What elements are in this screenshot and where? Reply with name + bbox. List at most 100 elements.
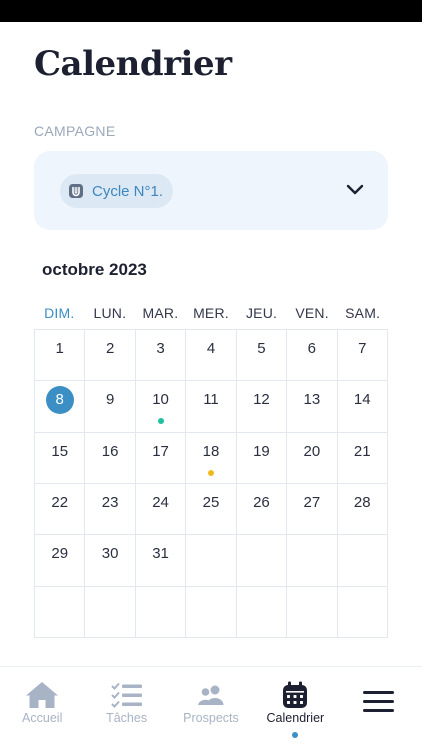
calendar-day-cell[interactable]: 25 xyxy=(186,483,237,536)
hamburger-menu-icon[interactable] xyxy=(362,691,394,715)
calendar-day-cell[interactable]: 3 xyxy=(135,330,187,382)
nav-label: Accueil xyxy=(22,711,63,725)
calendar-day-cell[interactable]: 16 xyxy=(85,432,136,484)
calendar-icon xyxy=(282,681,308,709)
calendar-day-cell[interactable]: 24 xyxy=(135,483,187,536)
calendar-empty-cell xyxy=(236,535,288,587)
calendar-day-cell[interactable]: 31 xyxy=(135,535,187,587)
calendar-day-cell[interactable]: 11 xyxy=(186,381,237,433)
day-number: 18 xyxy=(202,442,220,460)
calendar-empty-cell xyxy=(337,586,388,638)
day-number: 21 xyxy=(353,442,371,460)
calendar-day-cell[interactable]: 14 xyxy=(337,381,388,433)
calendar-empty-cell xyxy=(236,586,288,638)
day-number: 4 xyxy=(206,340,216,357)
calendar-day-cell[interactable]: 6 xyxy=(287,330,338,382)
status-bar xyxy=(0,0,422,22)
nav-label: Calendrier xyxy=(266,711,325,725)
day-number: 25 xyxy=(202,493,220,511)
day-number: 14 xyxy=(353,391,371,409)
nav-label: Prospects xyxy=(183,711,239,725)
day-number: 24 xyxy=(152,493,169,511)
day-number: 1 xyxy=(55,340,64,357)
calendar-day-cell[interactable]: 17 xyxy=(135,432,187,484)
day-number: 11 xyxy=(203,391,219,409)
weekday-label: DIM. xyxy=(44,305,75,321)
weekday-label: MAR. xyxy=(142,305,179,321)
nav-item-menu[interactable] xyxy=(338,667,422,750)
campaign-chip[interactable]: Cycle N°1. xyxy=(60,174,174,208)
day-number: 15 xyxy=(51,442,69,460)
users-icon xyxy=(197,681,225,709)
calendar-day-cell[interactable]: 22 xyxy=(35,483,86,536)
day-number: 16 xyxy=(101,442,119,460)
calendar-day-cell[interactable]: 26 xyxy=(236,483,288,536)
day-number: 5 xyxy=(257,340,266,357)
event-marker-dot xyxy=(157,418,164,425)
weekday-label: VEN. xyxy=(295,305,329,321)
home-icon xyxy=(25,681,59,709)
calendar-day-cell[interactable]: 4 xyxy=(186,330,237,382)
nav-label: Tâches xyxy=(106,711,148,725)
day-number: 27 xyxy=(303,493,321,511)
calendar-day-cell[interactable]: 8 xyxy=(35,381,86,433)
day-number: 22 xyxy=(51,493,69,511)
calendar-day-cell[interactable]: 27 xyxy=(287,483,338,536)
calendar-grid: 1 2 3 4 5 6 7 8 9 10 11 12 13 14 15 16 17 18 19 20 21 22 23 24 2… xyxy=(34,329,388,638)
calendar-empty-cell xyxy=(85,586,136,638)
day-number: 8 xyxy=(55,391,64,409)
campaign-badge-icon xyxy=(68,183,84,199)
day-number: 20 xyxy=(303,442,321,460)
day-number: 3 xyxy=(156,340,165,357)
calendar-day-cell[interactable]: 9 xyxy=(85,381,136,433)
calendar-day-cell[interactable]: 30 xyxy=(85,535,136,587)
chevron-down-icon[interactable] xyxy=(344,178,366,200)
weekday-header: DIM. LUN. MAR. MER. JEU. VEN. SAM. xyxy=(34,305,388,321)
day-number: 17 xyxy=(152,442,169,460)
calendar-day-cell[interactable]: 28 xyxy=(337,483,388,536)
calendar-day-cell[interactable]: 13 xyxy=(287,381,338,433)
day-number: 30 xyxy=(101,545,119,563)
nav-item-accueil[interactable]: Accueil xyxy=(0,667,84,750)
day-number: 6 xyxy=(307,340,317,357)
calendar-day-cell[interactable]: 29 xyxy=(35,535,86,587)
calendar-empty-cell xyxy=(186,586,237,638)
event-marker-dot xyxy=(207,469,214,476)
day-number: 26 xyxy=(253,493,270,511)
nav-item-taches[interactable]: Tâches xyxy=(84,667,168,750)
calendar-empty-cell xyxy=(186,535,237,587)
calendar-day-cell[interactable]: 1 xyxy=(35,330,86,382)
day-number: 29 xyxy=(51,545,69,563)
weekday-label: LUN. xyxy=(93,305,127,321)
calendar-empty-cell xyxy=(287,586,338,638)
calendar-day-cell[interactable]: 10 xyxy=(135,381,187,433)
calendar-day-cell[interactable]: 23 xyxy=(85,483,136,536)
calendar-day-cell[interactable]: 18 xyxy=(186,432,237,484)
task-list-icon xyxy=(110,681,143,709)
day-number: 31 xyxy=(152,545,169,563)
day-number: 23 xyxy=(101,493,119,511)
nav-item-calendrier[interactable]: Calendrier xyxy=(253,667,337,750)
day-number: 28 xyxy=(353,493,371,511)
calendar-day-cell[interactable]: 21 xyxy=(337,432,388,484)
calendar-day-cell[interactable]: 15 xyxy=(35,432,86,484)
page-title: Calendrier xyxy=(34,44,232,84)
active-indicator-dot xyxy=(292,732,299,738)
nav-item-prospects[interactable]: Prospects xyxy=(169,667,253,750)
calendar-day-cell[interactable]: 2 xyxy=(85,330,136,382)
calendar-day-cell[interactable]: 20 xyxy=(287,432,338,484)
calendar-empty-cell xyxy=(35,586,86,638)
day-number: 10 xyxy=(152,391,169,409)
day-number: 13 xyxy=(303,391,321,409)
calendar-day-cell[interactable]: 12 xyxy=(236,381,288,433)
weekday-label: JEU. xyxy=(245,305,278,321)
calendar-day-cell[interactable]: 19 xyxy=(236,432,288,484)
campaign-chip-label: Cycle N°1. xyxy=(92,182,164,200)
campaign-section-label: CAMPAGNE xyxy=(34,123,116,139)
calendar-day-cell[interactable]: 5 xyxy=(236,330,288,382)
calendar-day-cell[interactable]: 7 xyxy=(337,330,388,382)
calendar-empty-cell xyxy=(337,535,388,587)
calendar-empty-cell xyxy=(135,586,187,638)
campaign-selector[interactable]: Cycle N°1. xyxy=(34,151,388,230)
calendar-empty-cell xyxy=(287,535,338,587)
